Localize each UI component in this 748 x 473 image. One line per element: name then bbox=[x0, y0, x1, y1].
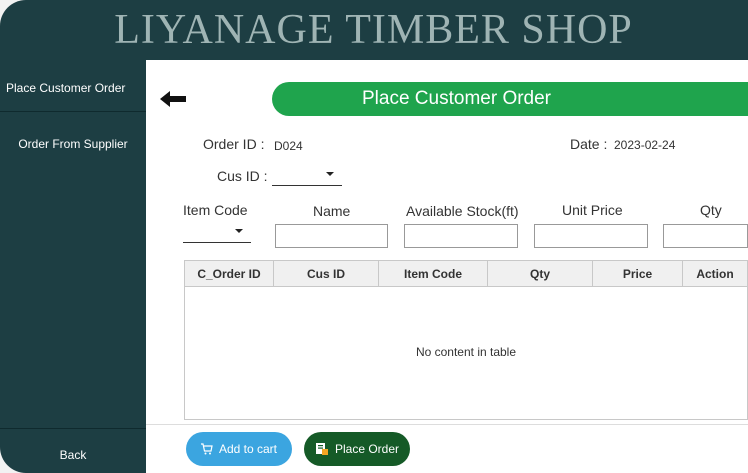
app-header: LIYANAGE TIMBER SHOP bbox=[0, 0, 748, 60]
column-header[interactable]: Qty bbox=[488, 261, 593, 287]
qty-label: Qty bbox=[700, 202, 722, 218]
name-label: Name bbox=[313, 203, 351, 219]
back-button[interactable]: Back bbox=[0, 448, 146, 462]
date-value: 2023-02-24 bbox=[614, 138, 676, 152]
app-title: LIYANAGE TIMBER SHOP bbox=[114, 7, 633, 53]
column-header[interactable]: Cus ID bbox=[274, 261, 379, 287]
cart-icon bbox=[200, 443, 213, 455]
add-to-cart-button[interactable]: Add to cart bbox=[186, 432, 292, 466]
sidebar-divider bbox=[0, 111, 146, 112]
qty-field[interactable] bbox=[663, 224, 748, 248]
column-header[interactable]: Price bbox=[593, 261, 683, 287]
column-header[interactable]: Action bbox=[683, 261, 747, 287]
main-content: Place Customer Order Order ID : D024 Dat… bbox=[146, 60, 748, 473]
unit-price-field[interactable] bbox=[534, 224, 648, 248]
page-banner: Place Customer Order bbox=[272, 82, 748, 116]
sidebar-item-place-customer-order[interactable]: Place Customer Order bbox=[0, 81, 146, 95]
place-order-label: Place Order bbox=[334, 442, 400, 456]
date-label: Date : bbox=[570, 136, 608, 152]
column-header[interactable]: Item Code bbox=[379, 261, 488, 287]
sidebar-item-order-from-supplier[interactable]: Order From Supplier bbox=[0, 137, 146, 151]
order-icon bbox=[315, 443, 328, 455]
order-id-label: Order ID : bbox=[203, 136, 265, 152]
add-to-cart-label: Add to cart bbox=[218, 442, 278, 456]
cus-id-combobox[interactable] bbox=[272, 164, 342, 186]
chevron-down-icon bbox=[235, 229, 243, 233]
name-field[interactable] bbox=[275, 224, 388, 248]
app-window: LIYANAGE TIMBER SHOP Place Customer Orde… bbox=[0, 0, 748, 473]
column-header[interactable]: C_Order ID bbox=[185, 261, 274, 287]
table-empty-message: No content in table bbox=[415, 345, 517, 359]
cus-id-label: Cus ID : bbox=[217, 168, 268, 184]
order-id-value: D024 bbox=[274, 139, 303, 153]
item-code-combobox[interactable] bbox=[183, 221, 251, 243]
sidebar-divider bbox=[0, 428, 146, 429]
available-stock-label: Available Stock(ft) bbox=[406, 203, 519, 219]
divider bbox=[146, 424, 748, 425]
chevron-down-icon bbox=[326, 172, 334, 176]
available-stock-field[interactable] bbox=[404, 224, 518, 248]
place-order-button[interactable]: Place Order bbox=[304, 432, 410, 466]
sidebar: Place Customer Order Order From Supplier… bbox=[0, 60, 146, 473]
unit-price-label: Unit Price bbox=[562, 202, 623, 218]
item-code-label: Item Code bbox=[183, 202, 248, 218]
order-table[interactable]: C_Order ID Cus ID Item Code Qty Price Ac… bbox=[184, 260, 748, 420]
table-header: C_Order ID Cus ID Item Code Qty Price Ac… bbox=[185, 261, 747, 287]
arrow-left-icon[interactable] bbox=[160, 90, 188, 108]
